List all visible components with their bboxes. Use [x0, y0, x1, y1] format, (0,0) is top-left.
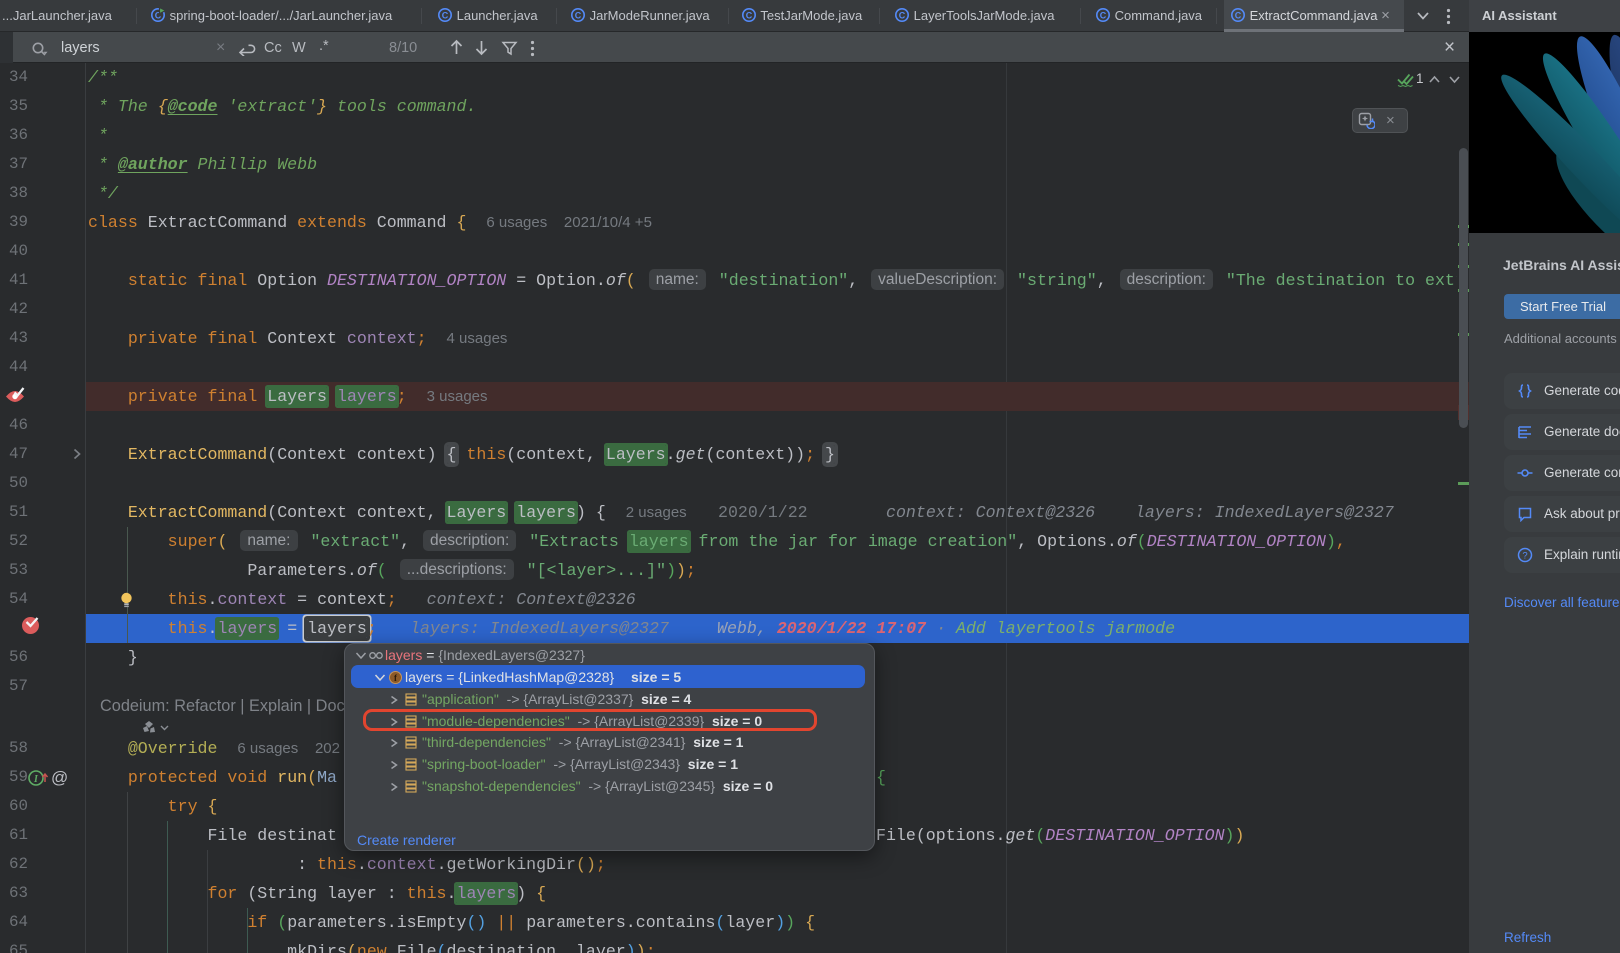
svg-text:C: C: [1235, 11, 1242, 21]
svg-text:C: C: [1100, 11, 1107, 21]
svg-text:C: C: [899, 11, 906, 21]
svg-text:C: C: [575, 11, 582, 21]
svg-text:?: ?: [1522, 551, 1527, 562]
svg-text:C: C: [442, 11, 449, 21]
svg-text:C: C: [746, 11, 753, 21]
svg-text:I: I: [33, 774, 39, 785]
